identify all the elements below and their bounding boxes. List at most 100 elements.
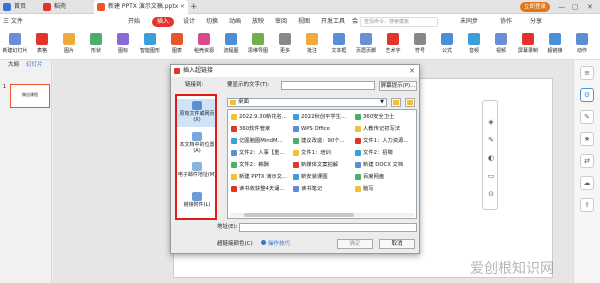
ribbon-10[interactable]: 更多 <box>272 32 298 58</box>
ribbon-1[interactable]: 表格 <box>29 32 55 58</box>
ribbon-14[interactable]: 艺术字 <box>380 32 406 58</box>
menu-start[interactable]: 开始 <box>128 17 140 27</box>
ribbon-20[interactable]: 超链接 <box>542 32 568 58</box>
ribbon-11[interactable]: 批注 <box>299 32 325 58</box>
ribbon-16[interactable]: 公式 <box>434 32 460 58</box>
maximize-icon[interactable]: ▢ <box>572 0 579 14</box>
scroll-thumb[interactable] <box>244 213 354 217</box>
tab-document[interactable]: 新建 PPTX 演示文稿.pptx ✕ <box>94 0 188 14</box>
address-input[interactable] <box>239 223 417 232</box>
share-button[interactable]: 分享 <box>530 17 542 27</box>
pen-icon[interactable]: ✎ <box>486 135 496 145</box>
file-item[interactable]: 文件1：人力资源... <box>355 137 415 145</box>
menu-review[interactable]: 审阅 <box>275 17 287 27</box>
transition-icon[interactable]: ⇄ <box>580 154 594 168</box>
tips-link[interactable]: 操作技巧 <box>261 240 290 249</box>
slide-thumbnail[interactable]: 做出课程 <box>10 84 50 108</box>
share-panel-icon[interactable]: ⇪ <box>580 198 594 212</box>
expand-icon[interactable]: ≡ <box>580 66 594 80</box>
file-item[interactable]: 新媒体文案拍解 <box>293 161 353 169</box>
ribbon-9[interactable]: 思维导图 <box>245 32 271 58</box>
menu-member[interactable]: 会 <box>352 17 358 27</box>
settings-icon[interactable]: ⚙ <box>580 88 594 102</box>
watermark: 爱创根知识网 <box>470 261 554 277</box>
file-item[interactable]: 新安装课图 <box>293 173 353 181</box>
display-text-input[interactable] <box>281 81 375 90</box>
screen-tip-button[interactable]: 屏幕提示(P)... <box>379 81 417 91</box>
file-item[interactable]: 脑写 <box>355 185 415 193</box>
minimize-icon[interactable]: — <box>558 0 565 14</box>
ribbon-12[interactable]: 文本框 <box>326 32 352 58</box>
ribbon-7[interactable]: 稻壳资源 <box>191 32 217 58</box>
file-item[interactable]: 读书笔记 <box>293 185 353 193</box>
menu-animation[interactable]: 动画 <box>229 17 241 27</box>
ribbon-5[interactable]: 智能图形 <box>137 32 163 58</box>
file-item[interactable]: 读书收获整4天诵... <box>231 185 291 193</box>
ribbon-2[interactable]: 图片 <box>56 32 82 58</box>
ribbon-18[interactable]: 视频 <box>488 32 514 58</box>
link-color-label[interactable]: 超链接颜色(C) <box>217 240 253 249</box>
login-button[interactable]: 立即登录 <box>520 2 550 12</box>
browse-folder-button[interactable] <box>391 98 401 107</box>
location-icon[interactable]: ⊙ <box>486 189 496 199</box>
new-tab-button[interactable]: + <box>190 0 198 14</box>
ribbon-17[interactable]: 音频 <box>461 32 487 58</box>
file-icon <box>231 114 237 120</box>
menu-slideshow[interactable]: 放映 <box>252 17 264 27</box>
layers-icon[interactable]: ◈ <box>486 117 496 127</box>
menu-insert[interactable]: 插入 <box>152 17 175 27</box>
file-item[interactable]: 百度网盘 <box>355 173 415 181</box>
menu-design[interactable]: 设计 <box>183 17 195 27</box>
ribbon-3[interactable]: 形状 <box>83 32 109 58</box>
file-item[interactable]: 360软件管家 <box>231 125 291 133</box>
dialog-close-icon[interactable]: ✕ <box>409 65 415 77</box>
file-item[interactable]: 人教传记初写法 <box>355 125 415 133</box>
file-icon <box>355 162 361 168</box>
file-item[interactable]: 文件2：人事【重... <box>231 149 291 157</box>
menu-transition[interactable]: 切换 <box>206 17 218 27</box>
file-name: 百度网盘 <box>363 174 385 180</box>
ribbon-6[interactable]: 图表 <box>164 32 190 58</box>
tab-home[interactable]: 首页 <box>0 0 38 14</box>
file-item[interactable]: 文件2：薪酬 <box>231 161 291 169</box>
file-item[interactable]: 2022.9.30新花名... <box>231 113 291 121</box>
close-window-icon[interactable]: ✕ <box>587 0 593 14</box>
ribbon-15[interactable]: 符号 <box>407 32 433 58</box>
ribbon-13[interactable]: 页眉页脚 <box>353 32 379 58</box>
menu-file[interactable]: 三 文件 <box>3 17 23 27</box>
ok-button[interactable]: 确定 <box>337 239 373 249</box>
file-item[interactable]: 新建 DOCX 文档 <box>355 161 415 169</box>
close-tab-icon[interactable]: ✕ <box>180 0 185 14</box>
ribbon-8[interactable]: 流程图 <box>218 32 244 58</box>
file-item[interactable]: 文件2：招聘 <box>355 149 415 157</box>
ribbon-21[interactable]: 动作 <box>569 32 595 58</box>
horizontal-scrollbar[interactable] <box>230 213 414 217</box>
cancel-button[interactable]: 取消 <box>379 239 415 249</box>
animation-icon[interactable]: ★ <box>580 132 594 146</box>
tab-slides[interactable]: 幻灯片 <box>26 60 43 70</box>
sync-status[interactable]: 未同步 <box>460 17 478 27</box>
menu-developer[interactable]: 开发工具 <box>321 17 345 27</box>
collaborate-button[interactable]: 协作 <box>500 17 512 27</box>
fill-icon[interactable]: ◐ <box>486 153 496 163</box>
ribbon-19[interactable]: 屏幕录制 <box>515 32 541 58</box>
frame-icon[interactable]: ▭ <box>486 171 496 181</box>
properties-icon[interactable]: ✎ <box>580 110 594 124</box>
file-item[interactable]: 文件1：培训 <box>293 149 353 157</box>
tab-outline[interactable]: 大纲 <box>8 60 19 70</box>
file-item[interactable]: 建议改造：90个... <box>293 137 353 145</box>
tab-docer[interactable]: 稻壳 <box>40 0 84 14</box>
file-item[interactable]: 2022秋创平学生... <box>293 113 353 121</box>
file-name: 文件1：人力资源... <box>363 138 409 144</box>
ribbon-4[interactable]: 图标 <box>110 32 136 58</box>
file-item[interactable]: 360安全卫士 <box>355 113 415 121</box>
ribbon-0[interactable]: 新建幻灯片 <box>2 32 28 58</box>
backup-icon[interactable]: ☁ <box>580 176 594 190</box>
location-dropdown[interactable]: 桌面 ▼ <box>227 98 387 107</box>
search-input[interactable]: 查找命令、搜索模板 <box>360 17 438 27</box>
file-item[interactable]: 新建 PPTX 演示文... <box>231 173 291 181</box>
menu-view[interactable]: 视图 <box>298 17 310 27</box>
up-folder-button[interactable] <box>405 98 415 107</box>
file-item[interactable]: 亿图脑图MindM... <box>231 137 291 145</box>
file-item[interactable]: WPS Office <box>293 125 353 133</box>
